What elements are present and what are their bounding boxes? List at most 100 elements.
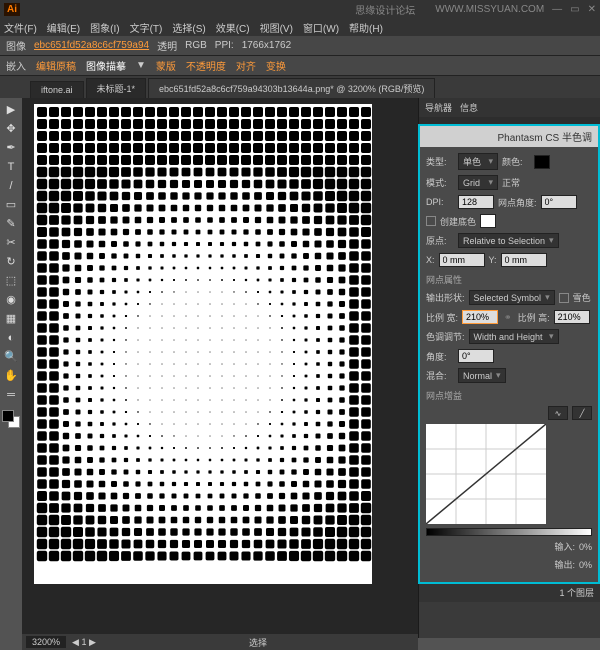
layers-count: 1 个图层 xyxy=(559,586,594,599)
fg-swatch[interactable] xyxy=(2,410,14,422)
invert-label: 雪色 xyxy=(573,291,591,304)
mode-select[interactable]: Grid▾ xyxy=(458,175,498,190)
tool-selection[interactable]: ▶ xyxy=(0,100,22,119)
tool-gradient[interactable]: ◉ xyxy=(0,290,22,309)
opt-mask[interactable]: 蒙版 xyxy=(156,58,176,73)
color-swatch[interactable] xyxy=(534,155,550,169)
status-label: 选择 xyxy=(102,636,414,649)
x-label: X: xyxy=(426,255,435,265)
ratio-w-input[interactable] xyxy=(462,310,498,324)
link-icon[interactable]: ⚭ xyxy=(504,312,512,323)
dpi-input[interactable] xyxy=(458,195,494,209)
input-label: 输入: xyxy=(554,540,575,553)
tab-png-active[interactable]: ebc651fd52a8c6cf759a94303b13644a.png* @ … xyxy=(148,78,435,98)
status-nav[interactable]: ◀ 1 ▶ xyxy=(72,637,96,648)
type-select[interactable]: 单色▾ xyxy=(458,153,498,170)
tool-pen[interactable]: ✒ xyxy=(0,138,22,157)
tool-artboard[interactable]: ═ xyxy=(0,385,22,404)
output-shape-label: 输出形状: xyxy=(426,291,465,304)
input-value: 0% xyxy=(579,542,592,552)
tool-rotate[interactable]: ↻ xyxy=(0,252,22,271)
tool-panel: ▶ ✥ ✒ T / ▭ ✎ ✂ ↻ ⬚ ◉ ▦ ◐ 🔍 ✋ ═ xyxy=(0,98,22,638)
phantasm-panel[interactable]: Phantasm CS 半色调 类型: 单色▾ 颜色: 模式: Grid▾ 正常… xyxy=(418,124,600,584)
opt-transform[interactable]: 变换 xyxy=(266,58,286,73)
title-bar: Ai 思缘设计论坛 WWW.MISSYUAN.COM — ▭ ✕ xyxy=(0,0,600,18)
output-value: 0% xyxy=(579,560,592,570)
curve-mode-curve[interactable]: ∿ xyxy=(548,406,568,420)
mode-label: 模式: xyxy=(426,176,454,189)
tool-type[interactable]: T xyxy=(0,157,22,176)
tab-iftone[interactable]: iftone.ai xyxy=(30,81,84,98)
angle-input[interactable] xyxy=(541,195,577,209)
opt-ppi-value: 1766x1762 xyxy=(242,40,292,51)
close-button[interactable]: ✕ xyxy=(588,4,596,15)
tool-direct-select[interactable]: ✥ xyxy=(0,119,22,138)
x-input[interactable] xyxy=(439,253,485,267)
tool-mesh[interactable]: ▦ xyxy=(0,309,22,328)
minimize-button[interactable]: — xyxy=(552,4,562,15)
app-logo: Ai xyxy=(4,3,20,16)
origin-select[interactable]: Relative to Selection▾ xyxy=(458,233,559,248)
menu-edit[interactable]: 编辑(E) xyxy=(47,20,80,35)
menu-window[interactable]: 窗口(W) xyxy=(303,20,339,35)
menu-help[interactable]: 帮助(H) xyxy=(349,20,383,35)
layers-footer: 1 个图层 xyxy=(419,583,600,602)
tab-untitled[interactable]: 未标题-1* xyxy=(86,78,147,98)
blend-select[interactable]: Normal▾ xyxy=(458,368,506,383)
opt-dropdown-icon[interactable]: ▼ xyxy=(136,60,146,71)
y-input[interactable] xyxy=(501,253,547,267)
color-label: 颜色: xyxy=(502,155,530,168)
tool-hand[interactable]: ✋ xyxy=(0,366,22,385)
tool-eyedropper[interactable]: ◐ xyxy=(0,328,22,347)
output-shape-select[interactable]: Selected Symbol▾ xyxy=(469,290,555,305)
curve-editor[interactable] xyxy=(426,424,546,524)
watermark-url: WWW.MISSYUAN.COM xyxy=(435,4,544,15)
dpi-label: DPI: xyxy=(426,197,454,207)
invert-checkbox[interactable] xyxy=(559,293,569,303)
section-gain: 网点增益 xyxy=(426,389,592,402)
opt-align[interactable]: 对齐 xyxy=(236,58,256,73)
layers-panel: 1 个图层 xyxy=(419,582,600,602)
canvas-area[interactable] xyxy=(22,98,418,638)
bg-color-swatch[interactable] xyxy=(480,214,496,228)
ratio-h-label: 比例 高: xyxy=(518,311,550,324)
rot-input[interactable] xyxy=(458,349,494,363)
menu-effect[interactable]: 效果(C) xyxy=(216,20,250,35)
size-adj-label: 色调调节: xyxy=(426,330,465,343)
tool-pencil[interactable]: ✎ xyxy=(0,214,22,233)
size-adj-select[interactable]: Width and Height▾ xyxy=(469,329,559,344)
tool-zoom[interactable]: 🔍 xyxy=(0,347,22,366)
tab-info[interactable]: 信息 xyxy=(460,101,478,114)
opt-colorspace: RGB xyxy=(185,40,207,51)
tool-line[interactable]: / xyxy=(0,176,22,195)
opt-edit-original[interactable]: 编辑原稿 xyxy=(36,58,76,73)
create-bg-checkbox[interactable] xyxy=(426,216,436,226)
curve-mode-linear[interactable]: ╱ xyxy=(572,406,592,420)
ratio-w-label: 比例 宽: xyxy=(426,311,458,324)
opt-url[interactable]: ebc651fd52a8c6cf759a94 xyxy=(34,40,149,51)
menu-select[interactable]: 选择(S) xyxy=(172,20,205,35)
tab-navigator[interactable]: 导航器 xyxy=(425,101,452,114)
opt-opacity[interactable]: 不透明度 xyxy=(186,58,226,73)
opt-image-label: 图像 xyxy=(6,38,26,53)
opt-embed[interactable]: 嵌入 xyxy=(6,58,26,73)
opt-ppi-label: PPI: xyxy=(215,40,234,51)
halftone-artwork xyxy=(34,104,372,584)
gradient-bar xyxy=(426,528,592,536)
menu-image[interactable]: 图象(I) xyxy=(90,20,119,35)
tool-scissors[interactable]: ✂ xyxy=(0,233,22,252)
ratio-h-input[interactable] xyxy=(554,310,590,324)
menu-text[interactable]: 文字(T) xyxy=(130,20,163,35)
tool-shape[interactable]: ⬚ xyxy=(0,271,22,290)
menu-file[interactable]: 文件(F) xyxy=(4,20,37,35)
zoom-value[interactable]: 3200% xyxy=(26,636,66,648)
y-label: Y: xyxy=(489,255,497,265)
menu-view[interactable]: 视图(V) xyxy=(260,20,293,35)
options-bar-2: 嵌入 编辑原稿 图像描摹 ▼ 蒙版 不透明度 对齐 变换 xyxy=(0,56,600,76)
options-bar-1: 图像 ebc651fd52a8c6cf759a94 透明 RGB PPI: 17… xyxy=(0,36,600,56)
color-swatches[interactable] xyxy=(0,408,22,432)
type-label: 类型: xyxy=(426,155,454,168)
maximize-button[interactable]: ▭ xyxy=(570,4,579,15)
opt-image-trace[interactable]: 图像描摹 xyxy=(86,58,126,73)
tool-rect[interactable]: ▭ xyxy=(0,195,22,214)
